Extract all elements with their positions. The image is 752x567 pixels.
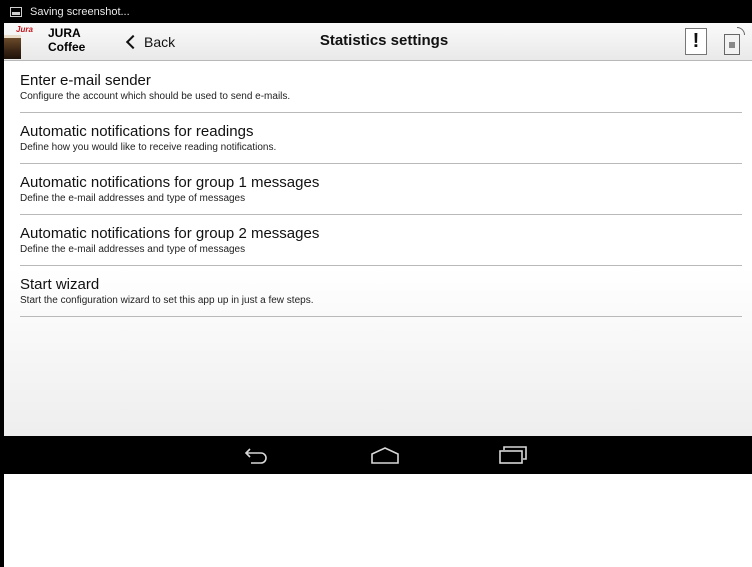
machine-spout bbox=[729, 42, 735, 48]
app-name-line2: Coffee bbox=[48, 40, 86, 54]
nav-home-button[interactable] bbox=[354, 436, 414, 474]
screen: Saving screenshot... Jura JURA Coffee Ba… bbox=[0, 0, 752, 567]
back-arrow-icon bbox=[244, 448, 267, 464]
setting-subtitle: Configure the account which should be us… bbox=[20, 91, 291, 102]
setting-notifications-readings[interactable]: Automatic notifications for readings Def… bbox=[20, 113, 742, 164]
warning-icon: ! bbox=[692, 30, 700, 52]
status-text: Saving screenshot... bbox=[30, 5, 130, 18]
coffee-cup-icon bbox=[4, 35, 21, 59]
coffee-machine-button[interactable] bbox=[719, 27, 745, 57]
chevron-left-icon bbox=[125, 34, 141, 50]
setting-subtitle: Define how you would like to receive rea… bbox=[20, 142, 277, 153]
setting-subtitle: Define the e-mail addresses and type of … bbox=[20, 193, 246, 204]
setting-title: Automatic notifications for group 1 mess… bbox=[20, 174, 320, 191]
settings-list: Enter e-mail sender Configure the accoun… bbox=[4, 62, 752, 436]
warning-button[interactable]: ! bbox=[685, 28, 707, 55]
setting-title: Start wizard bbox=[20, 276, 100, 293]
jura-logo-icon: Jura bbox=[4, 23, 44, 61]
setting-email-sender[interactable]: Enter e-mail sender Configure the accoun… bbox=[20, 62, 742, 113]
setting-title: Enter e-mail sender bbox=[20, 72, 151, 89]
page-title: Statistics settings bbox=[319, 32, 449, 49]
back-label: Back bbox=[144, 34, 176, 50]
setting-title: Automatic notifications for group 2 mess… bbox=[20, 225, 320, 242]
navigation-bar bbox=[4, 436, 752, 474]
app-name-line1: JURA bbox=[48, 26, 81, 40]
signal-icon bbox=[737, 27, 745, 35]
recent-apps-icon bbox=[499, 446, 527, 464]
app-name: JURA Coffee bbox=[48, 26, 104, 54]
setting-subtitle: Start the configuration wizard to set th… bbox=[20, 295, 314, 306]
screenshot-icon bbox=[10, 6, 22, 17]
setting-title: Automatic notifications for readings bbox=[20, 123, 254, 140]
home-icon bbox=[371, 447, 399, 464]
setting-notifications-group1[interactable]: Automatic notifications for group 1 mess… bbox=[20, 164, 742, 215]
setting-subtitle: Define the e-mail addresses and type of … bbox=[20, 244, 246, 255]
setting-start-wizard[interactable]: Start wizard Start the configuration wiz… bbox=[20, 266, 742, 317]
blank-area bbox=[4, 474, 752, 567]
nav-recent-apps-button[interactable] bbox=[482, 436, 542, 474]
status-bar: Saving screenshot... bbox=[4, 0, 752, 23]
setting-notifications-group2[interactable]: Automatic notifications for group 2 mess… bbox=[20, 215, 742, 266]
back-button[interactable]: Back bbox=[124, 32, 175, 52]
brand-mark: Jura bbox=[16, 25, 33, 34]
action-bar: Jura JURA Coffee Back Statistics setting… bbox=[4, 23, 752, 61]
nav-back-button[interactable] bbox=[227, 436, 287, 474]
